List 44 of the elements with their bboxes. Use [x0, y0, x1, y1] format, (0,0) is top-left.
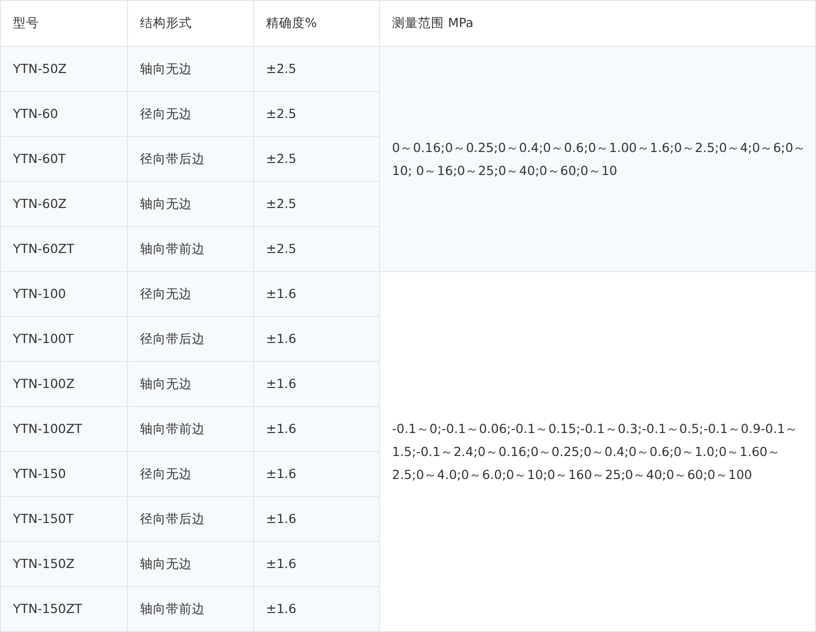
table-cell: ±1.6 [254, 496, 380, 542]
table-cell: YTN-150 [0, 452, 128, 496]
table-cell: 轴向带前边 [128, 406, 254, 452]
table-cell: ±2.5 [254, 92, 380, 136]
table-cell: YTN-100 [0, 272, 128, 316]
table-cell: YTN-50Z [0, 46, 128, 92]
table-cell: 径向带后边 [128, 496, 254, 542]
table-cell: YTN-100ZT [0, 406, 128, 452]
table-cell: YTN-60ZT [0, 226, 128, 272]
table-cell: YTN-60 [0, 92, 128, 136]
table-cell: YTN-100Z [0, 362, 128, 406]
table-cell: YTN-60Z [0, 182, 128, 226]
table-cell: ±2.5 [254, 182, 380, 226]
table-cell: 径向无边 [128, 452, 254, 496]
table-cell: YTN-60T [0, 136, 128, 182]
table-cell: ±2.5 [254, 226, 380, 272]
table-cell: 轴向无边 [128, 182, 254, 226]
table-cell: ±2.5 [254, 136, 380, 182]
column-header: 测量范围 MPa [380, 0, 816, 46]
column-header: 精确度% [254, 0, 380, 46]
table-cell: 0～0.16;0～0.25;0～0.4;0～0.6;0～1.00～1.6;0～2.5;0～4;0～6;0～10; 0～16;0～25;0～40;0～60;0～10 [380, 46, 816, 272]
table-cell: ±1.6 [254, 362, 380, 406]
table-cell: 径向带后边 [128, 136, 254, 182]
table-cell: 轴向无边 [128, 542, 254, 586]
table-cell: 轴向无边 [128, 362, 254, 406]
table-cell: ±1.6 [254, 272, 380, 316]
table-cell: 轴向带前边 [128, 586, 254, 632]
table-cell: YTN-150ZT [0, 586, 128, 632]
table-cell: ±2.5 [254, 46, 380, 92]
table-cell: ±1.6 [254, 542, 380, 586]
table-cell: ±1.6 [254, 316, 380, 362]
table-cell: 轴向无边 [128, 46, 254, 92]
table-cell: ±1.6 [254, 406, 380, 452]
table-cell: YTN-100T [0, 316, 128, 362]
table-cell: ±1.6 [254, 452, 380, 496]
column-header: 结构形式 [128, 0, 254, 46]
table-cell: YTN-150Z [0, 542, 128, 586]
table-cell: 轴向带前边 [128, 226, 254, 272]
table-cell: 径向无边 [128, 272, 254, 316]
table-cell: ±1.6 [254, 586, 380, 632]
table-cell: 径向无边 [128, 92, 254, 136]
table-cell: YTN-150T [0, 496, 128, 542]
column-header: 型号 [0, 0, 128, 46]
table-cell: 径向带后边 [128, 316, 254, 362]
